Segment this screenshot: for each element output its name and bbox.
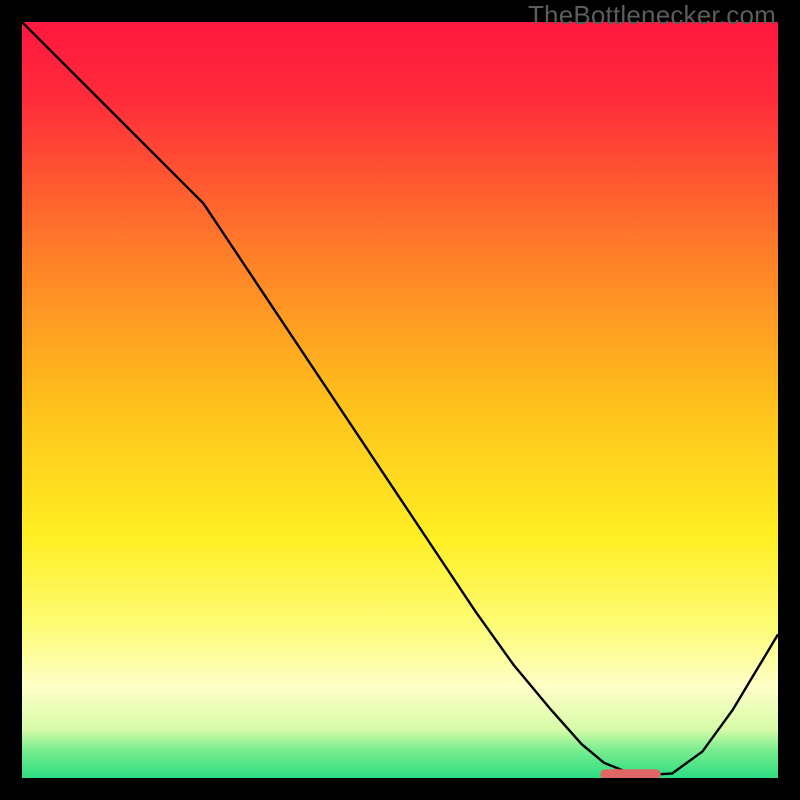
chart-plot: [22, 22, 778, 778]
chart-frame: [22, 22, 778, 778]
optimal-marker: [600, 769, 660, 778]
watermark-text: TheBottlenecker.com: [528, 0, 776, 31]
